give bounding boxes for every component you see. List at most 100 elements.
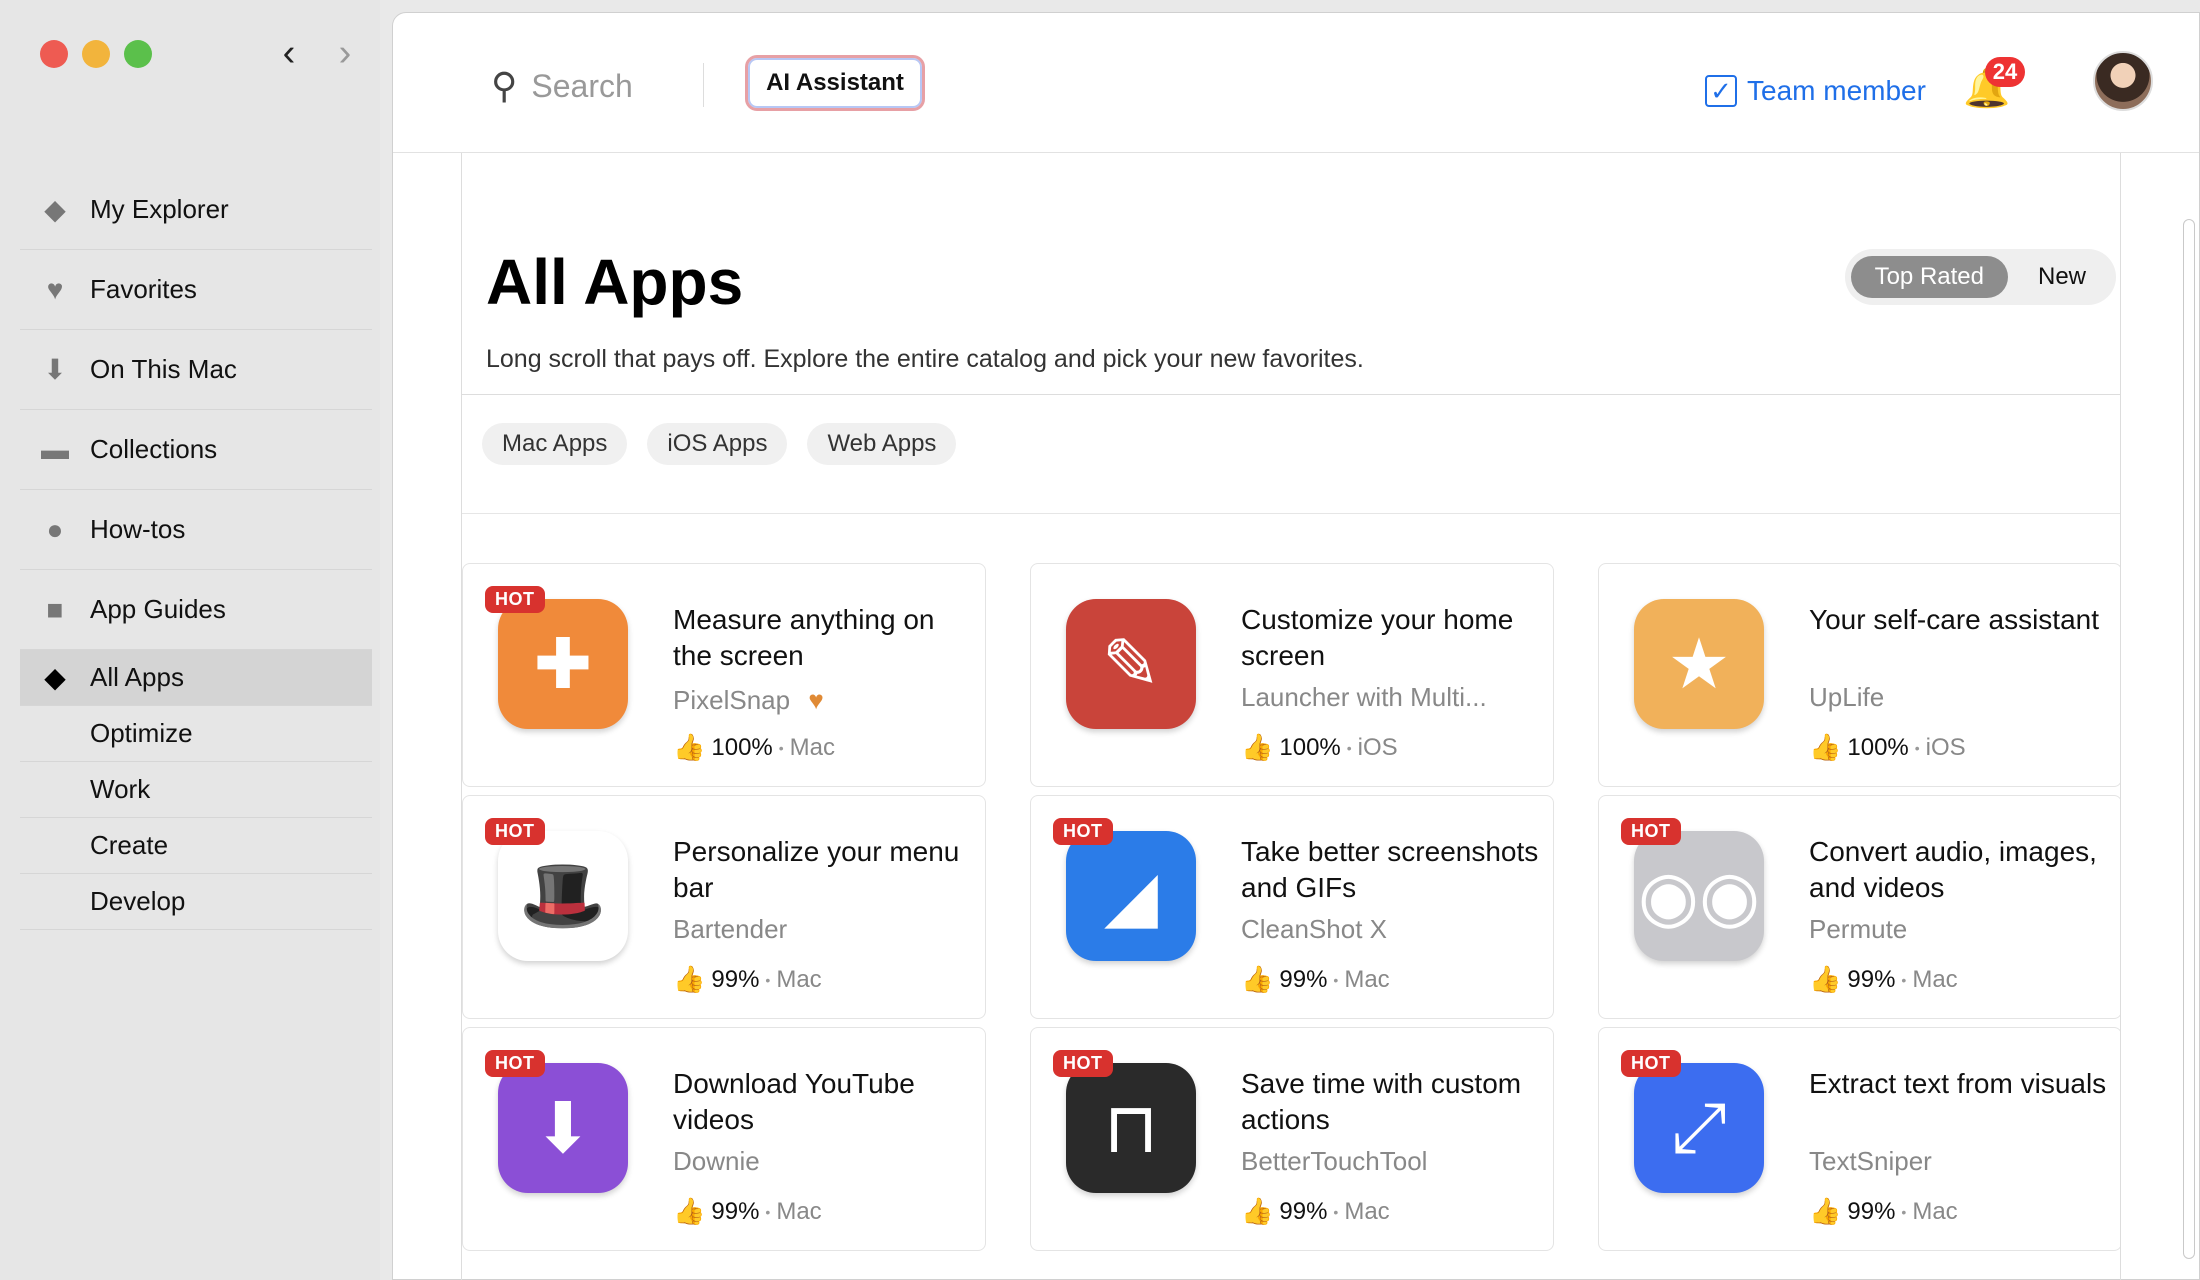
app-tagline: Extract text from visuals (1809, 1068, 2107, 1099)
app-name-row: Permute (1809, 914, 1907, 945)
app-platform: Mac (776, 1197, 822, 1225)
download-icon: ⬇ (43, 354, 67, 385)
app-platform: Mac (1912, 965, 1958, 993)
ai-assistant-button[interactable]: AI Assistant (745, 55, 925, 111)
sidebar-item-label: Develop (90, 886, 186, 916)
app-rating-row: 👍 100% • iOS (1241, 732, 1398, 763)
app-rating: 99% (1847, 965, 1896, 993)
sidebar-item-label: On This Mac (90, 354, 237, 384)
team-member-toggle[interactable]: ✓ Team member (1705, 75, 1926, 107)
sidebar-item-develop[interactable]: Develop (20, 874, 372, 930)
separator-dot: • (1914, 739, 1920, 756)
app-card[interactable]: HOT ◉◉ Convert audio, images, and videos… (1598, 795, 2120, 1019)
book-icon: ■ (46, 593, 64, 625)
separator-dot: • (1346, 739, 1352, 756)
divider (462, 394, 2120, 395)
sidebar-nav: ◆ My Explorer ♥ Favorites ⬇ On This Mac ▬ Co… (20, 170, 372, 930)
filter-chip-mac-apps[interactable]: Mac Apps (482, 423, 628, 465)
app-name-row: TextSniper (1809, 1146, 1932, 1177)
sort-new-button[interactable]: New (2014, 256, 2110, 298)
separator-dot: • (1901, 971, 1907, 988)
app-name-row: Downie (673, 1146, 760, 1177)
sidebar-item-my-explorer[interactable]: ◆ My Explorer (20, 170, 372, 250)
sidebar-item-label: All Apps (90, 662, 184, 692)
content-area: All Apps Top Rated New Long scroll that … (461, 153, 2121, 1280)
history-nav: ‹ › (274, 34, 360, 72)
filter-chip-web-apps[interactable]: Web Apps (807, 423, 957, 465)
app-rating-row: 👍 99% • Mac (1809, 964, 1958, 995)
back-arrow-icon[interactable]: ‹ (274, 34, 304, 72)
sidebar-item-work[interactable]: Work (20, 762, 372, 818)
app-icon-frame: ★ (1619, 584, 1779, 744)
separator-dot: • (1333, 1203, 1339, 1220)
blank-icon (38, 829, 72, 863)
thumbs-up-icon: 👍 (673, 964, 706, 994)
separator-dot: • (765, 1203, 771, 1220)
scrollbar[interactable] (2177, 13, 2199, 1280)
app-rating-row: 👍 99% • Mac (1241, 964, 1390, 995)
app-card[interactable]: HOT ⊓ Save time with custom actions Bett… (1030, 1027, 1554, 1251)
app-rating: 99% (1279, 965, 1328, 993)
app-card[interactable]: ✎ Customize your home screen Launcher wi… (1030, 563, 1554, 787)
app-platform: Mac (789, 733, 836, 761)
separator-dot: • (1901, 1203, 1907, 1220)
sidebar-item-optimize[interactable]: Optimize (20, 706, 372, 762)
app-card[interactable]: ★ Your self-care assistant UpLife 👍 100%… (1598, 563, 2120, 787)
filter-chip-ios-apps[interactable]: iOS Apps (647, 423, 788, 465)
app-rating: 99% (711, 965, 760, 993)
sort-top-rated-button[interactable]: Top Rated (1850, 256, 2008, 298)
filter-chips: Mac Apps iOS Apps Web Apps (482, 423, 957, 465)
app-name[interactable]: CleanShot X (1241, 914, 1387, 945)
sidebar-item-label: Create (90, 830, 169, 860)
app-name-row: Bartender (673, 914, 787, 945)
app-card[interactable]: HOT ◢ Take better screenshots and GIFs C… (1030, 795, 1554, 1019)
sidebar-item-on-this-mac[interactable]: ⬇ On This Mac (20, 330, 372, 410)
app-card[interactable]: HOT 🎩 Personalize your menu bar Bartende… (462, 795, 986, 1019)
avatar[interactable] (2093, 51, 2153, 111)
sidebar-item-all-apps[interactable]: ◆ All Apps (20, 650, 372, 706)
app-name-row: CleanShot X (1241, 914, 1387, 945)
app-name[interactable]: Downie (673, 1146, 760, 1177)
thumbs-up-icon: 👍 (1809, 964, 1842, 994)
app-rating: 100% (1847, 733, 1909, 761)
minimize-window-button[interactable] (82, 40, 110, 68)
blank-icon (38, 717, 72, 751)
app-name[interactable]: Permute (1809, 914, 1907, 945)
search-field[interactable]: ⚲ Search (491, 65, 633, 107)
app-name[interactable]: PixelSnap (673, 685, 790, 716)
forward-arrow-icon[interactable]: › (330, 34, 360, 72)
sidebar-item-favorites[interactable]: ♥ Favorites (20, 250, 372, 330)
sidebar-item-how-tos[interactable]: ● How-tos (20, 490, 372, 570)
sidebar-item-label: How-tos (90, 514, 186, 544)
zoom-window-button[interactable] (124, 40, 152, 68)
app-tagline: Customize your home screen (1241, 604, 1514, 671)
app-name[interactable]: Launcher with Multi... (1241, 682, 1487, 713)
sidebar-item-label: Collections (90, 434, 218, 464)
app-tagline: Download YouTube videos (673, 1068, 915, 1135)
separator-dot: • (778, 739, 784, 756)
app-name-row: Launcher with Multi... (1241, 682, 1487, 713)
sidebar-item-create[interactable]: Create (20, 818, 372, 874)
heart-icon[interactable]: ♥ (798, 682, 834, 718)
app-name[interactable]: TextSniper (1809, 1146, 1932, 1177)
app-icon: ✚ (498, 599, 628, 729)
scrollbar-thumb[interactable] (2183, 219, 2195, 1259)
app-card[interactable]: HOT ⤢ Extract text from visuals TextSnip… (1598, 1027, 2120, 1251)
app-platform: iOS (1357, 733, 1398, 761)
diamond-icon: ◆ (44, 662, 66, 693)
app-card[interactable]: HOT ⬇ Download YouTube videos Downie 👍 9… (462, 1027, 986, 1251)
app-platform: Mac (1912, 1197, 1958, 1225)
heart-icon: ♥ (46, 273, 64, 305)
app-name[interactable]: BetterTouchTool (1241, 1146, 1427, 1177)
sidebar-item-app-guides[interactable]: ■ App Guides (20, 570, 372, 650)
app-name[interactable]: UpLife (1809, 682, 1884, 713)
close-window-button[interactable] (40, 40, 68, 68)
app-card[interactable]: HOT ✚ Measure anything on the screen Pix… (462, 563, 986, 787)
sidebar-item-collections[interactable]: ▬ Collections (20, 410, 372, 490)
divider (462, 513, 2120, 514)
search-icon: ⚲ (491, 65, 518, 106)
app-name[interactable]: Bartender (673, 914, 787, 945)
app-rating-row: 👍 99% • Mac (1809, 1196, 1958, 1227)
thumbs-up-icon: 👍 (673, 1196, 706, 1226)
app-name-row: PixelSnap ♥ (673, 682, 834, 718)
